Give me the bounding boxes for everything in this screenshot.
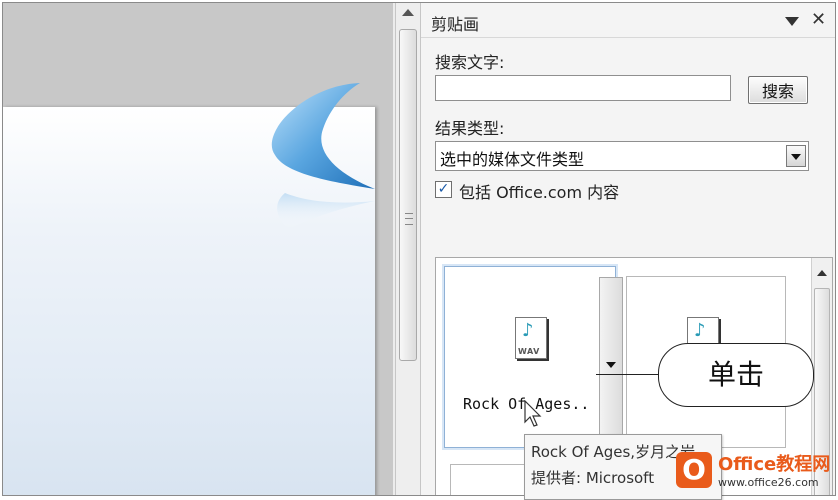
- search-label: 搜索文字:: [435, 53, 505, 72]
- chevron-down-icon[interactable]: [786, 145, 806, 167]
- crescent-decoration: [271, 83, 375, 229]
- scrollbar-thumb[interactable]: [399, 29, 417, 361]
- search-button[interactable]: 搜索: [748, 76, 808, 104]
- slide-vertical-scrollbar[interactable]: [395, 3, 421, 495]
- close-icon[interactable]: ✕: [811, 9, 826, 30]
- search-input[interactable]: [435, 75, 731, 101]
- window-frame: 剪贴画 ✕ 搜索文字: 搜索 结果类型: 选中的媒体文件类型 ✓ 包括 Offi…: [2, 2, 836, 496]
- office-logo-icon: O: [676, 452, 712, 488]
- result-type-select[interactable]: 选中的媒体文件类型: [435, 141, 809, 171]
- mouse-cursor-icon: [524, 400, 542, 427]
- callout-leader-line: [596, 374, 660, 375]
- watermark-logo: O Office教程网 www.office26.com: [676, 448, 836, 496]
- tooltip-title: Rock Of Ages,岁月之岩: [531, 443, 696, 461]
- watermark-url: www.office26.com: [718, 476, 819, 489]
- clip-art-task-pane: 剪贴画 ✕ 搜索文字: 搜索 结果类型: 选中的媒体文件类型 ✓ 包括 Offi…: [421, 3, 835, 495]
- include-office-label: 包括 Office.com 内容: [459, 183, 620, 202]
- result-type-label: 结果类型:: [435, 119, 505, 138]
- watermark-title: Office教程网: [718, 454, 831, 475]
- divider: [421, 37, 835, 38]
- scroll-up-icon[interactable]: [402, 9, 414, 16]
- pane-options-icon[interactable]: [785, 17, 799, 26]
- tooltip-provider: 提供者: Microsoft: [531, 469, 655, 487]
- grip-icon: [405, 213, 413, 225]
- slide-editing-area: [3, 3, 393, 495]
- wav-audio-icon: ♪WAV: [515, 317, 547, 359]
- result-type-value: 选中的媒体文件类型: [440, 150, 585, 169]
- include-office-checkbox[interactable]: ✓: [435, 181, 452, 198]
- callout-bubble: 单击: [658, 343, 814, 407]
- item-menu-button[interactable]: [599, 277, 623, 445]
- pane-title: 剪贴画: [431, 15, 480, 34]
- scroll-up-icon[interactable]: [817, 270, 827, 276]
